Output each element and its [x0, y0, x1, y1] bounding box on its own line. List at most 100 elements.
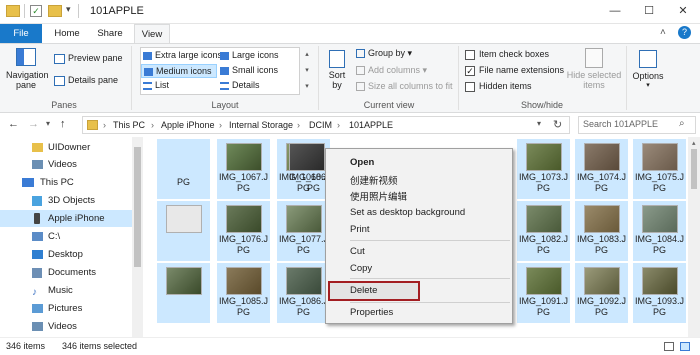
details-option[interactable]: Details	[220, 80, 260, 90]
forward-arrow-icon[interactable]: →	[28, 118, 39, 130]
extra-large-icons-option[interactable]: Extra large icons	[143, 50, 222, 60]
nav-item-music[interactable]: ♪ Music	[0, 282, 132, 299]
tab-share[interactable]: Share	[90, 24, 130, 43]
search-box[interactable]: Search 101APPLE ⌕	[578, 116, 696, 134]
menu-item-set-desktop-bg[interactable]: Set as desktop background	[350, 207, 465, 218]
file-tile[interactable]	[157, 263, 210, 323]
nav-item-apple-iphone[interactable]: Apple iPhone	[0, 210, 132, 227]
file-tile[interactable]: IMG_1085.JPG	[217, 263, 270, 323]
menu-item-properties[interactable]: Properties	[350, 307, 393, 318]
nav-item-videos[interactable]: Videos	[0, 156, 132, 173]
item-checkboxes-checkbox[interactable]	[465, 49, 475, 60]
menu-item-delete[interactable]: Delete	[350, 285, 377, 296]
file-tile[interactable]: IMG_1084.JPG	[633, 201, 686, 261]
maximize-button[interactable]: ☐	[632, 0, 666, 22]
file-tile[interactable]: IMG_1074.J PG	[575, 139, 628, 199]
file-tile[interactable]: IMG_1077.JPG	[277, 201, 330, 261]
address-bar[interactable]: › This PC › Apple iPhone › Internal Stor…	[82, 116, 570, 134]
customize-toolbar-icon[interactable]: ▾	[66, 4, 71, 15]
nav-item-pictures[interactable]: Pictures	[0, 300, 132, 317]
list-option[interactable]: List	[143, 80, 169, 90]
close-button[interactable]: ✕	[666, 0, 700, 22]
nav-item-videos-2[interactable]: Videos	[0, 318, 132, 335]
details-pane-label: Details pane	[68, 75, 119, 85]
up-arrow-icon[interactable]: ↑	[60, 118, 66, 130]
tab-view[interactable]: View	[134, 24, 170, 43]
menu-separator	[350, 302, 510, 303]
group-by-button[interactable]: Group by ▾	[356, 48, 412, 59]
item-checkboxes-toggle[interactable]: Item check boxes	[465, 49, 549, 60]
file-tile[interactable]: IMG_1083.JPG	[575, 201, 628, 261]
tab-file[interactable]: File	[0, 24, 42, 43]
chevron-right-icon: ›	[151, 120, 154, 130]
add-columns-button[interactable]: Add columns ▾	[356, 65, 427, 76]
menu-item-copy[interactable]: Copy	[350, 263, 372, 274]
options-button[interactable]: Options ▾	[630, 50, 666, 89]
breadcrumb-dcim[interactable]: DCIM	[309, 120, 332, 130]
menu-item-print[interactable]: Print	[350, 224, 370, 235]
collapse-ribbon-icon[interactable]: ˄	[660, 27, 666, 38]
breadcrumb-this-pc[interactable]: This PC	[113, 120, 145, 130]
large-icons-view-icon[interactable]	[680, 342, 690, 351]
scroll-thumb[interactable]	[691, 149, 697, 189]
address-dropdown-icon[interactable]: ▾	[537, 119, 541, 128]
menu-item-cut[interactable]: Cut	[350, 246, 365, 257]
breadcrumb-internal-storage[interactable]: Internal Storage	[229, 120, 293, 130]
sort-by-button[interactable]: Sort by	[324, 50, 350, 90]
details-view-icon[interactable]	[664, 342, 674, 351]
large-icons-option[interactable]: Large icons	[220, 50, 279, 60]
nav-item-this-pc[interactable]: This PC	[0, 174, 132, 191]
breadcrumb-apple-iphone[interactable]: Apple iPhone	[161, 120, 215, 130]
nav-item-desktop[interactable]: Desktop	[0, 246, 132, 263]
help-icon[interactable]: ?	[678, 26, 691, 39]
file-tile[interactable]: IMG_1093.JPG	[633, 263, 686, 323]
file-tile[interactable]: IMG_1086.JPG	[277, 263, 330, 323]
file-tile[interactable]: IMG_1069.J PG	[267, 139, 338, 199]
file-tile[interactable]: IMG_1082.JPG	[517, 201, 570, 261]
medium-icons-option[interactable]: Medium icons	[141, 64, 217, 78]
refresh-icon[interactable]: ↻	[553, 118, 562, 131]
file-tile[interactable]: PG	[157, 139, 210, 199]
file-name: IMG_1075.J PG	[634, 172, 685, 193]
menu-item-open[interactable]: Open	[350, 157, 374, 168]
menu-item-edit-photos[interactable]: 使用照片编辑	[350, 189, 407, 203]
hidden-items-checkbox[interactable]	[465, 81, 475, 92]
layout-scroll[interactable]: ▴ ▾ ▾	[302, 47, 312, 95]
file-name-extensions-checkbox[interactable]: ✓	[465, 65, 475, 76]
file-name-extensions-toggle[interactable]: ✓ File name extensions	[465, 65, 564, 76]
minimize-button[interactable]: —	[598, 0, 632, 22]
small-icons-option[interactable]: Small icons	[220, 65, 278, 75]
breadcrumb-101apple[interactable]: 101APPLE	[349, 120, 393, 130]
content-scrollbar[interactable]: ▴	[688, 137, 700, 337]
videos-folder-icon	[32, 322, 43, 331]
properties-quick-icon[interactable]: ✓	[30, 5, 42, 17]
file-tile[interactable]: IMG_1091.JPG	[517, 263, 570, 323]
file-tile[interactable]: IMG_1073.J PG	[517, 139, 570, 199]
details-pane-button[interactable]: Details pane	[54, 75, 118, 86]
search-input[interactable]: Search 101APPLE	[583, 119, 693, 129]
hidden-items-toggle[interactable]: Hidden items	[465, 81, 532, 92]
new-folder-quick-icon[interactable]	[48, 5, 62, 17]
recent-locations-icon[interactable]: ▾	[46, 119, 50, 128]
back-arrow-icon[interactable]: ←	[8, 118, 19, 130]
desktop-icon	[32, 250, 43, 259]
size-columns-button[interactable]: Size all columns to fit	[356, 81, 453, 92]
hide-selected-items-button[interactable]: Hide selected items	[566, 48, 622, 90]
nav-label: Documents	[48, 267, 97, 278]
file-tile[interactable]	[157, 201, 210, 261]
menu-item-create-video[interactable]: 创建新视频	[350, 173, 398, 187]
nav-item-uidowner[interactable]: UIDowner	[0, 139, 132, 156]
nav-scroll-thumb[interactable]	[134, 147, 141, 267]
nav-item-c-drive[interactable]: C:\	[0, 228, 132, 245]
file-tile[interactable]: IMG_1076.JPG	[217, 201, 270, 261]
nav-item-3d-objects[interactable]: 3D Objects	[0, 192, 132, 209]
preview-pane-button[interactable]: Preview pane	[54, 53, 123, 64]
tab-home[interactable]: Home	[48, 24, 86, 43]
nav-scrollbar[interactable]	[132, 137, 143, 337]
file-tile[interactable]: IMG_1067.J PG	[217, 139, 270, 199]
nav-item-documents[interactable]: Documents	[0, 264, 132, 281]
navigation-pane-button[interactable]: Navigation pane	[6, 48, 49, 90]
file-tile[interactable]: IMG_1092.JPG	[575, 263, 628, 323]
scroll-up-icon[interactable]: ▴	[692, 139, 696, 147]
file-tile[interactable]: IMG_1075.J PG	[633, 139, 686, 199]
